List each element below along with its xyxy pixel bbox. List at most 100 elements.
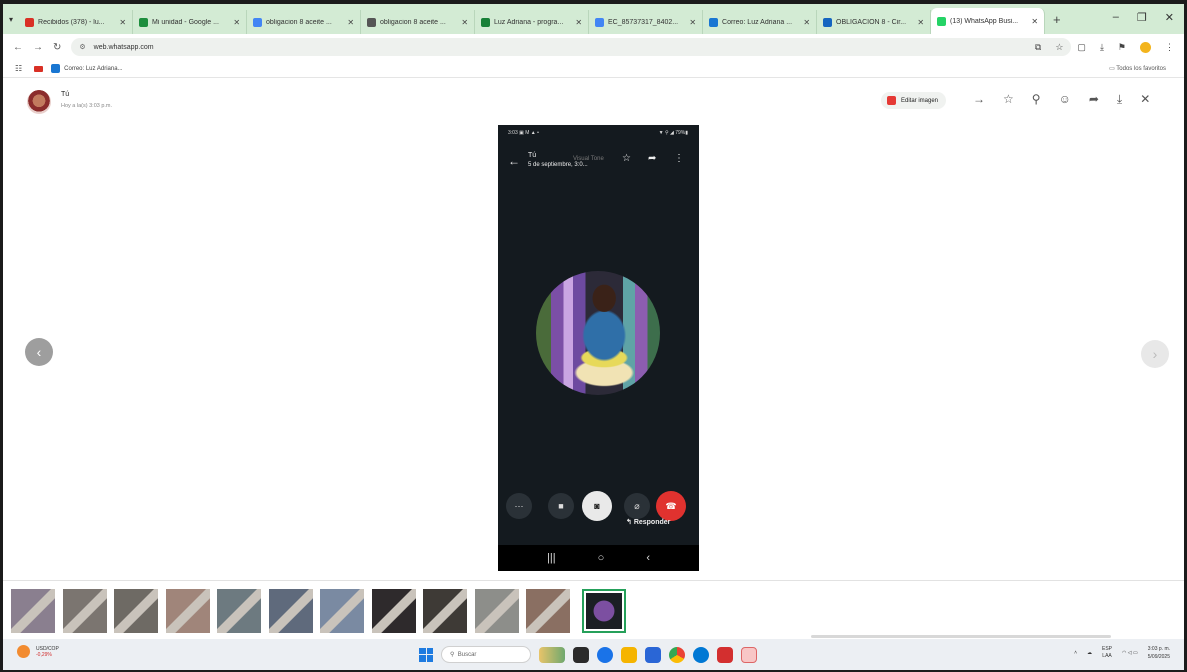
browser-tab[interactable]: EC_85737317_8402... ✕ — [589, 10, 704, 34]
browser-tab[interactable]: Recibidos (378) - lu... ✕ — [19, 10, 134, 34]
browser-tab[interactable]: Luz Adriana - progra... ✕ — [475, 10, 590, 34]
edit-image-label: Editar imagen — [901, 97, 939, 104]
browser-tab[interactable]: Correo: Luz Adriana ... ✕ — [703, 10, 818, 34]
close-icon[interactable]: ✕ — [1140, 92, 1150, 107]
sender-name: Tú — [61, 91, 70, 98]
clock[interactable]: 3:03 p. m. 5/09/2025 — [1148, 645, 1170, 661]
file-explorer-icon[interactable] — [621, 646, 637, 663]
address-bar-row: ← → ↻ ⚙ web.whatsapp.com ⧉ ☆ ▢ ⤓ ⚑ ⋮ — [3, 34, 1184, 60]
minimize-icon[interactable]: – — [1113, 11, 1119, 24]
emoji-icon[interactable]: ☺ — [1059, 92, 1071, 107]
browser-tab[interactable]: obligacion 8 aceite ... ✕ — [247, 10, 362, 34]
media-thumbnail[interactable] — [320, 589, 364, 633]
phone-back-nav-icon: ‹ — [646, 552, 650, 564]
tab-close-icon[interactable]: ✕ — [689, 18, 696, 27]
antivirus-icon[interactable] — [717, 646, 733, 663]
pin-icon[interactable]: ⚲ — [1032, 92, 1041, 107]
next-media-button[interactable]: › — [1141, 340, 1169, 368]
forward-nav-icon[interactable]: → — [33, 42, 43, 53]
url-text: web.whatsapp.com — [93, 43, 154, 51]
menu-icon[interactable]: ⋮ — [1165, 42, 1174, 53]
media-thumbnail[interactable] — [114, 589, 158, 633]
widget-button[interactable]: USD/COP -0,29% — [17, 645, 59, 658]
previous-media-button[interactable]: ‹ — [25, 338, 53, 366]
gmail-bookmark-icon[interactable] — [34, 65, 44, 72]
media-thumbnail[interactable] — [62, 589, 107, 633]
new-tab-button[interactable]: + — [1053, 12, 1061, 27]
store-icon[interactable] — [645, 646, 661, 663]
reload-icon[interactable]: ↻ — [53, 42, 61, 53]
chrome-icon[interactable] — [669, 646, 685, 663]
forward-icon[interactable]: → — [973, 92, 985, 107]
cloud-icon[interactable]: ☁ — [1087, 650, 1092, 656]
outlook-app-icon[interactable] — [693, 646, 709, 663]
share-icon[interactable]: ➦ — [1089, 92, 1099, 107]
media-thumbnail-selected[interactable] — [581, 589, 626, 633]
taskbar-search-placeholder: Buscar — [457, 651, 477, 658]
widgets-app-icon[interactable] — [539, 646, 565, 663]
apps-icon[interactable]: ☷ — [15, 64, 22, 73]
market-icon — [17, 645, 30, 658]
tab-close-icon[interactable]: ✕ — [575, 18, 582, 27]
tab-close-icon[interactable]: ✕ — [461, 18, 468, 27]
browser-tab-strip: ▾ Recibidos (378) - lu... ✕ Mi unidad - Go… — [3, 4, 1184, 34]
tab-label: Correo: Luz Adriana ... — [722, 18, 793, 26]
edge-icon[interactable] — [597, 646, 613, 663]
url-input[interactable]: ⚙ web.whatsapp.com — [71, 38, 1072, 56]
browser-tab[interactable]: obligacion 8 aceite ... ✕ — [361, 10, 476, 34]
media-thumbnail[interactable] — [217, 589, 261, 633]
browser-tab[interactable]: OBLIGACIÓN 8 - Cir... ✕ — [817, 10, 932, 34]
tab-favicon-icon — [253, 17, 263, 27]
media-thumbnail[interactable] — [371, 589, 416, 633]
media-thumbnail[interactable] — [11, 589, 55, 633]
tab-box-icon[interactable]: ▢ — [1077, 42, 1086, 53]
star-icon[interactable]: ☆ — [1003, 92, 1014, 107]
task-view-icon[interactable] — [573, 646, 589, 663]
browser-tab[interactable]: (13) WhatsApp Busi... ✕ — [931, 8, 1046, 34]
install-app-icon[interactable]: ⧉ — [1035, 42, 1041, 53]
tab-search-icon[interactable]: ▾ — [9, 15, 13, 24]
download-icon[interactable]: ⤓ — [1117, 92, 1122, 107]
tab-close-icon[interactable]: ✕ — [803, 18, 810, 27]
tab-favicon-icon — [823, 17, 833, 27]
tab-close-icon[interactable]: ✕ — [347, 18, 354, 27]
media-thumbnail[interactable] — [474, 589, 519, 633]
site-info-icon[interactable]: ⚙ — [79, 43, 85, 51]
downloads-icon[interactable]: ⤓ — [1100, 42, 1104, 53]
language-indicator[interactable]: ESP LAA — [1102, 646, 1112, 660]
media-thumbnail[interactable] — [526, 589, 570, 633]
tab-close-icon[interactable]: ✕ — [233, 18, 240, 27]
tab-label: Mi unidad - Google ... — [152, 18, 219, 26]
selected-thumbnail-image — [585, 593, 622, 629]
tray-chevron-icon[interactable]: ˄ — [1074, 650, 1077, 656]
phone-home-icon: ○ — [597, 552, 605, 564]
extension-icon[interactable]: ⚑ — [1118, 42, 1126, 53]
media-thumbnail[interactable] — [165, 589, 210, 633]
wifi-icon[interactable]: ◠ ◁ ▭ — [1122, 650, 1138, 656]
media-thumbnail[interactable] — [268, 589, 313, 633]
tab-label: (13) WhatsApp Busi... — [950, 17, 1019, 25]
edit-image-icon — [887, 96, 896, 105]
start-button[interactable] — [419, 647, 433, 662]
phone-star-icon: ☆ — [622, 153, 631, 164]
phone-header-date: 5 de septiembre, 3:0... — [528, 162, 588, 168]
thumbnail-scrollbar[interactable] — [811, 635, 1111, 638]
tab-close-icon[interactable]: ✕ — [917, 18, 924, 27]
thumbnail-strip — [3, 580, 1184, 638]
profile-avatar[interactable] — [1140, 41, 1151, 53]
back-icon[interactable]: ← — [13, 42, 23, 53]
tab-close-icon[interactable]: ✕ — [1031, 17, 1038, 26]
media-thumbnail[interactable] — [423, 589, 467, 633]
restore-icon[interactable]: ❐ — [1137, 11, 1147, 24]
taskbar-search-input[interactable]: ⚲ Buscar — [441, 646, 531, 663]
phone-more-icon: ⋮ — [674, 153, 684, 164]
browser-tab[interactable]: Mi unidad - Google ... ✕ — [133, 10, 248, 34]
bookmark-star-icon[interactable]: ☆ — [1055, 42, 1063, 53]
photos-icon[interactable] — [741, 646, 757, 663]
tab-close-icon[interactable]: ✕ — [119, 18, 126, 27]
close-window-icon[interactable]: ✕ — [1165, 11, 1174, 24]
bookmark-correo[interactable]: Correo: Luz Adriana... — [64, 66, 122, 72]
avatar[interactable] — [27, 90, 51, 114]
all-favorites-button[interactable]: ▭ Todos los favoritos — [1109, 65, 1166, 72]
edit-image-button[interactable]: Editar imagen — [881, 92, 947, 109]
